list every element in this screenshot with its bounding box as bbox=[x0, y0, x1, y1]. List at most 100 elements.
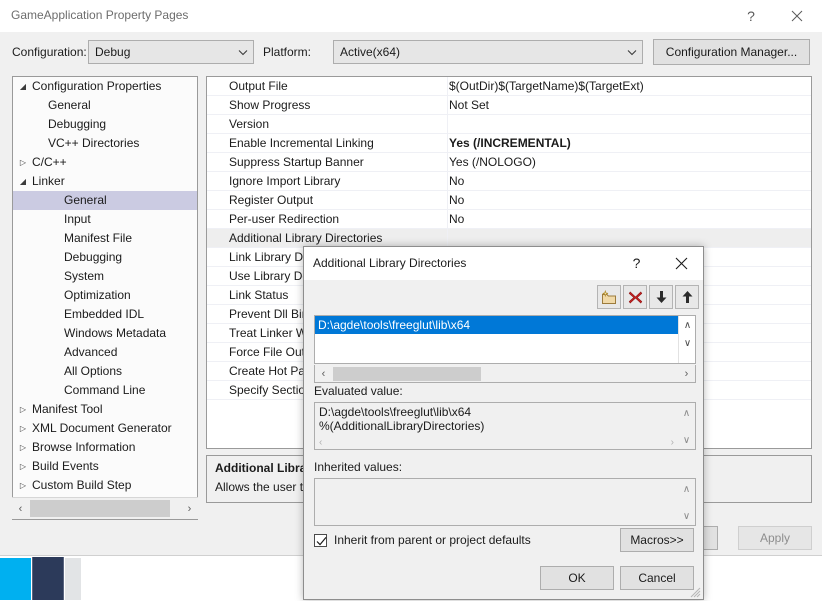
resize-grip-icon bbox=[689, 586, 701, 598]
property-name: Link Status bbox=[229, 286, 288, 305]
tree-item-system[interactable]: System bbox=[13, 267, 197, 286]
listbox-horizontal-scrollbar[interactable]: ‹ › bbox=[314, 365, 696, 383]
property-row[interactable]: Version bbox=[207, 115, 811, 134]
tree-item-debugging[interactable]: Debugging bbox=[13, 248, 197, 267]
expand-arrow-closed-icon[interactable]: ▷ bbox=[17, 476, 29, 495]
listbox-vertical-scrollbar[interactable]: ∧ ∨ bbox=[678, 316, 695, 363]
resize-grip[interactable] bbox=[689, 586, 701, 598]
tree-item-label: C/C++ bbox=[32, 153, 67, 172]
property-value[interactable]: $(OutDir)$(TargetName)$(TargetExt) bbox=[449, 77, 644, 96]
modal-help-button[interactable]: ? bbox=[614, 247, 659, 279]
property-value[interactable]: Not Set bbox=[449, 96, 489, 115]
tree-item-c-c[interactable]: ▷C/C++ bbox=[13, 153, 197, 172]
title-bar[interactable]: GameApplication Property Pages ? bbox=[0, 0, 822, 32]
close-button[interactable] bbox=[774, 0, 820, 31]
property-name: Per-user Redirection bbox=[229, 210, 339, 229]
inherited-values-label: Inherited values: bbox=[314, 460, 402, 474]
tree-item-custom-build-step[interactable]: ▷Custom Build Step bbox=[13, 476, 197, 495]
modal-ok-button[interactable]: OK bbox=[540, 566, 614, 590]
list-item[interactable]: D:\agde\tools\freeglut\lib\x64 bbox=[315, 316, 678, 334]
close-icon bbox=[791, 10, 803, 22]
move-up-button[interactable] bbox=[675, 285, 699, 309]
tree-item-command-line[interactable]: Command Line bbox=[13, 381, 197, 400]
property-row[interactable]: Per-user Redirection No bbox=[207, 210, 811, 229]
tree-item-label: General bbox=[48, 96, 91, 115]
property-row[interactable]: Suppress Startup BannerYes (/NOLOGO) bbox=[207, 153, 811, 172]
tree-item-all-options[interactable]: All Options bbox=[13, 362, 197, 381]
platform-label: Platform: bbox=[263, 45, 311, 59]
scroll-up-icon: ∧ bbox=[678, 480, 695, 498]
inherit-checkbox-row[interactable]: Inherit from parent or project defaults bbox=[314, 533, 531, 547]
delete-button[interactable] bbox=[623, 285, 647, 309]
tree-hscroll-thumb[interactable] bbox=[30, 500, 170, 517]
configuration-label: Configuration: bbox=[12, 45, 87, 59]
property-row[interactable]: Register OutputNo bbox=[207, 191, 811, 210]
inherit-checkbox-label: Inherit from parent or project defaults bbox=[334, 533, 531, 547]
modal-cancel-button[interactable]: Cancel bbox=[620, 566, 694, 590]
new-folder-button[interactable] bbox=[597, 285, 621, 309]
modal-title-bar[interactable]: Additional Library Directories ? bbox=[304, 247, 703, 280]
checkmark-icon bbox=[316, 536, 327, 547]
backdrop-navy-tile bbox=[32, 557, 64, 600]
scroll-down-icon[interactable]: ∨ bbox=[679, 334, 696, 352]
listbox-hscroll-thumb[interactable] bbox=[333, 367, 481, 381]
expand-arrow-closed-icon[interactable]: ▷ bbox=[17, 457, 29, 476]
evaluated-horizontal-scrollbar: ‹ › bbox=[315, 436, 678, 449]
configuration-manager-button[interactable]: Configuration Manager... bbox=[653, 39, 810, 65]
configuration-combo[interactable]: Debug bbox=[88, 40, 254, 64]
scroll-up-icon[interactable]: ∧ bbox=[679, 316, 696, 334]
scroll-left-icon: ‹ bbox=[315, 437, 326, 448]
tree-item-debugging[interactable]: Debugging bbox=[13, 115, 197, 134]
modal-close-button[interactable] bbox=[659, 247, 704, 279]
tree-item-advanced[interactable]: Advanced bbox=[13, 343, 197, 362]
tree-item-configuration-properties[interactable]: ◢Configuration Properties bbox=[13, 77, 197, 96]
expand-arrow-open-icon[interactable]: ◢ bbox=[17, 77, 29, 96]
property-value[interactable]: Yes (/INCREMENTAL) bbox=[449, 134, 571, 153]
move-down-button[interactable] bbox=[649, 285, 673, 309]
tree-item-vc-directories[interactable]: VC++ Directories bbox=[13, 134, 197, 153]
tree-item-label: Windows Metadata bbox=[64, 324, 166, 343]
tree-item-xml-document-generator[interactable]: ▷XML Document Generator bbox=[13, 419, 197, 438]
platform-combo[interactable]: Active(x64) bbox=[333, 40, 643, 64]
property-row[interactable]: Enable Incremental LinkingYes (/INCREMEN… bbox=[207, 134, 811, 153]
expand-arrow-closed-icon[interactable]: ▷ bbox=[17, 438, 29, 457]
property-value[interactable]: No bbox=[449, 210, 464, 229]
tree-item-label: Command Line bbox=[64, 381, 145, 400]
property-name: Show Progress bbox=[229, 96, 310, 115]
expand-arrow-open-icon[interactable]: ◢ bbox=[17, 172, 29, 191]
tree-item-browse-information[interactable]: ▷Browse Information bbox=[13, 438, 197, 457]
configuration-tree[interactable]: ◢Configuration PropertiesGeneralDebuggin… bbox=[12, 76, 198, 520]
scroll-left-icon[interactable]: ‹ bbox=[12, 499, 29, 519]
evaluated-value-label: Evaluated value: bbox=[314, 384, 403, 398]
property-value[interactable]: No bbox=[449, 172, 464, 191]
expand-arrow-closed-icon[interactable]: ▷ bbox=[17, 419, 29, 438]
expand-arrow-closed-icon[interactable]: ▷ bbox=[17, 153, 29, 172]
tree-item-manifest-file[interactable]: Manifest File bbox=[13, 229, 197, 248]
evaluated-vertical-scrollbar: ∧ ∨ bbox=[678, 403, 695, 449]
inherit-checkbox[interactable] bbox=[314, 534, 327, 547]
tree-item-windows-metadata[interactable]: Windows Metadata bbox=[13, 324, 197, 343]
macros-button[interactable]: Macros>> bbox=[620, 528, 694, 552]
tree-item-linker[interactable]: ◢Linker bbox=[13, 172, 197, 191]
tree-item-embedded-idl[interactable]: Embedded IDL bbox=[13, 305, 197, 324]
tree-horizontal-scrollbar[interactable]: ‹ › bbox=[12, 497, 198, 519]
scroll-right-icon[interactable]: › bbox=[181, 499, 198, 519]
column-divider bbox=[447, 77, 448, 96]
property-value[interactable]: No bbox=[449, 191, 464, 210]
expand-arrow-closed-icon[interactable]: ▷ bbox=[17, 400, 29, 419]
tree-item-manifest-tool[interactable]: ▷Manifest Tool bbox=[13, 400, 197, 419]
tree-item-general[interactable]: General bbox=[13, 96, 197, 115]
scroll-left-icon[interactable]: ‹ bbox=[315, 364, 332, 384]
property-row[interactable]: Output File$(OutDir)$(TargetName)$(Targe… bbox=[207, 77, 811, 96]
scroll-right-icon[interactable]: › bbox=[678, 364, 695, 384]
tree-item-input[interactable]: Input bbox=[13, 210, 197, 229]
tree-item-build-events[interactable]: ▷Build Events bbox=[13, 457, 197, 476]
help-button[interactable]: ? bbox=[728, 0, 774, 31]
property-row[interactable]: Show Progress Not Set bbox=[207, 96, 811, 115]
tree-item-general[interactable]: General bbox=[13, 191, 197, 210]
directories-listbox[interactable]: D:\agde\tools\freeglut\lib\x64 ∧ ∨ bbox=[314, 315, 696, 364]
property-row[interactable]: Ignore Import LibraryNo bbox=[207, 172, 811, 191]
property-value[interactable]: Yes (/NOLOGO) bbox=[449, 153, 536, 172]
tree-item-optimization[interactable]: Optimization bbox=[13, 286, 197, 305]
evaluated-value-line: D:\agde\tools\freeglut\lib\x64 bbox=[319, 405, 471, 419]
